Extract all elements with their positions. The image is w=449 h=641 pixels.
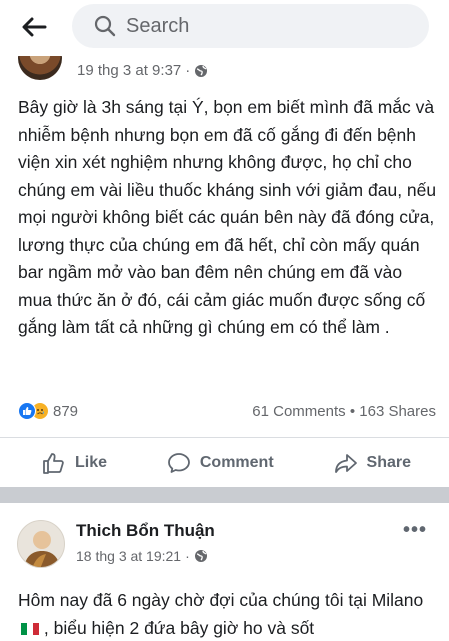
share-button[interactable]: Share — [334, 452, 411, 474]
search-icon — [94, 15, 116, 37]
share-label: Share — [366, 453, 411, 471]
like-button[interactable]: Like — [42, 452, 107, 474]
post-body: Bây giờ là 3h sáng tại Ý, bọn em biết mì… — [18, 97, 437, 337]
post-body-start: Hôm nay đã 6 ngày chờ đợi của chúng tôi … — [18, 590, 424, 610]
italy-flag-icon — [21, 622, 39, 635]
post-meta: 19 thg 3 at 9:37 · — [77, 62, 208, 79]
reaction-count: 879 — [53, 402, 79, 420]
top-bar — [0, 0, 449, 56]
dot-separator: • — [349, 402, 356, 420]
avatar[interactable] — [17, 520, 65, 568]
engagement-counts: 61 Comments • 163 Shares — [252, 403, 436, 420]
globe-icon — [195, 64, 208, 77]
comment-label: Comment — [199, 453, 274, 471]
post-timestamp[interactable]: 18 thg 3 at 19:21 — [76, 548, 181, 564]
back-button[interactable] — [18, 13, 50, 41]
meta-separator: · — [185, 62, 191, 79]
like-reaction-icon — [18, 402, 36, 420]
post-body-end: , biểu hiện 2 đứa bây giờ ho và sốt — [39, 617, 315, 638]
post-meta: 18 thg 3 at 19:21 · — [76, 548, 208, 564]
shares-count[interactable]: 163 Shares — [359, 403, 436, 420]
more-options-button[interactable]: ••• — [403, 519, 427, 542]
globe-icon — [194, 550, 207, 562]
comment-button[interactable]: Comment — [167, 452, 274, 474]
reaction-summary[interactable]: 879 61 Comments • 163 Shares — [18, 400, 436, 422]
comment-icon — [167, 452, 190, 473]
search-bar[interactable] — [72, 4, 429, 48]
thumbs-up-icon — [43, 452, 64, 474]
meta-separator: · — [185, 548, 190, 564]
search-input[interactable] — [126, 14, 386, 38]
post-timestamp[interactable]: 19 thg 3 at 9:37 — [77, 62, 181, 79]
like-label: Like — [75, 453, 108, 471]
post-actions: Like Comment Share — [0, 437, 449, 487]
feed-separator — [0, 487, 449, 503]
share-icon — [334, 453, 357, 473]
post-body: Hôm nay đã 6 ngày chờ đợi của chúng tôi … — [18, 587, 438, 641]
comments-count[interactable]: 61 Comments — [252, 403, 345, 420]
author-name[interactable]: Thich Bổn Thuận — [76, 521, 215, 541]
arrow-left-icon — [22, 17, 47, 37]
